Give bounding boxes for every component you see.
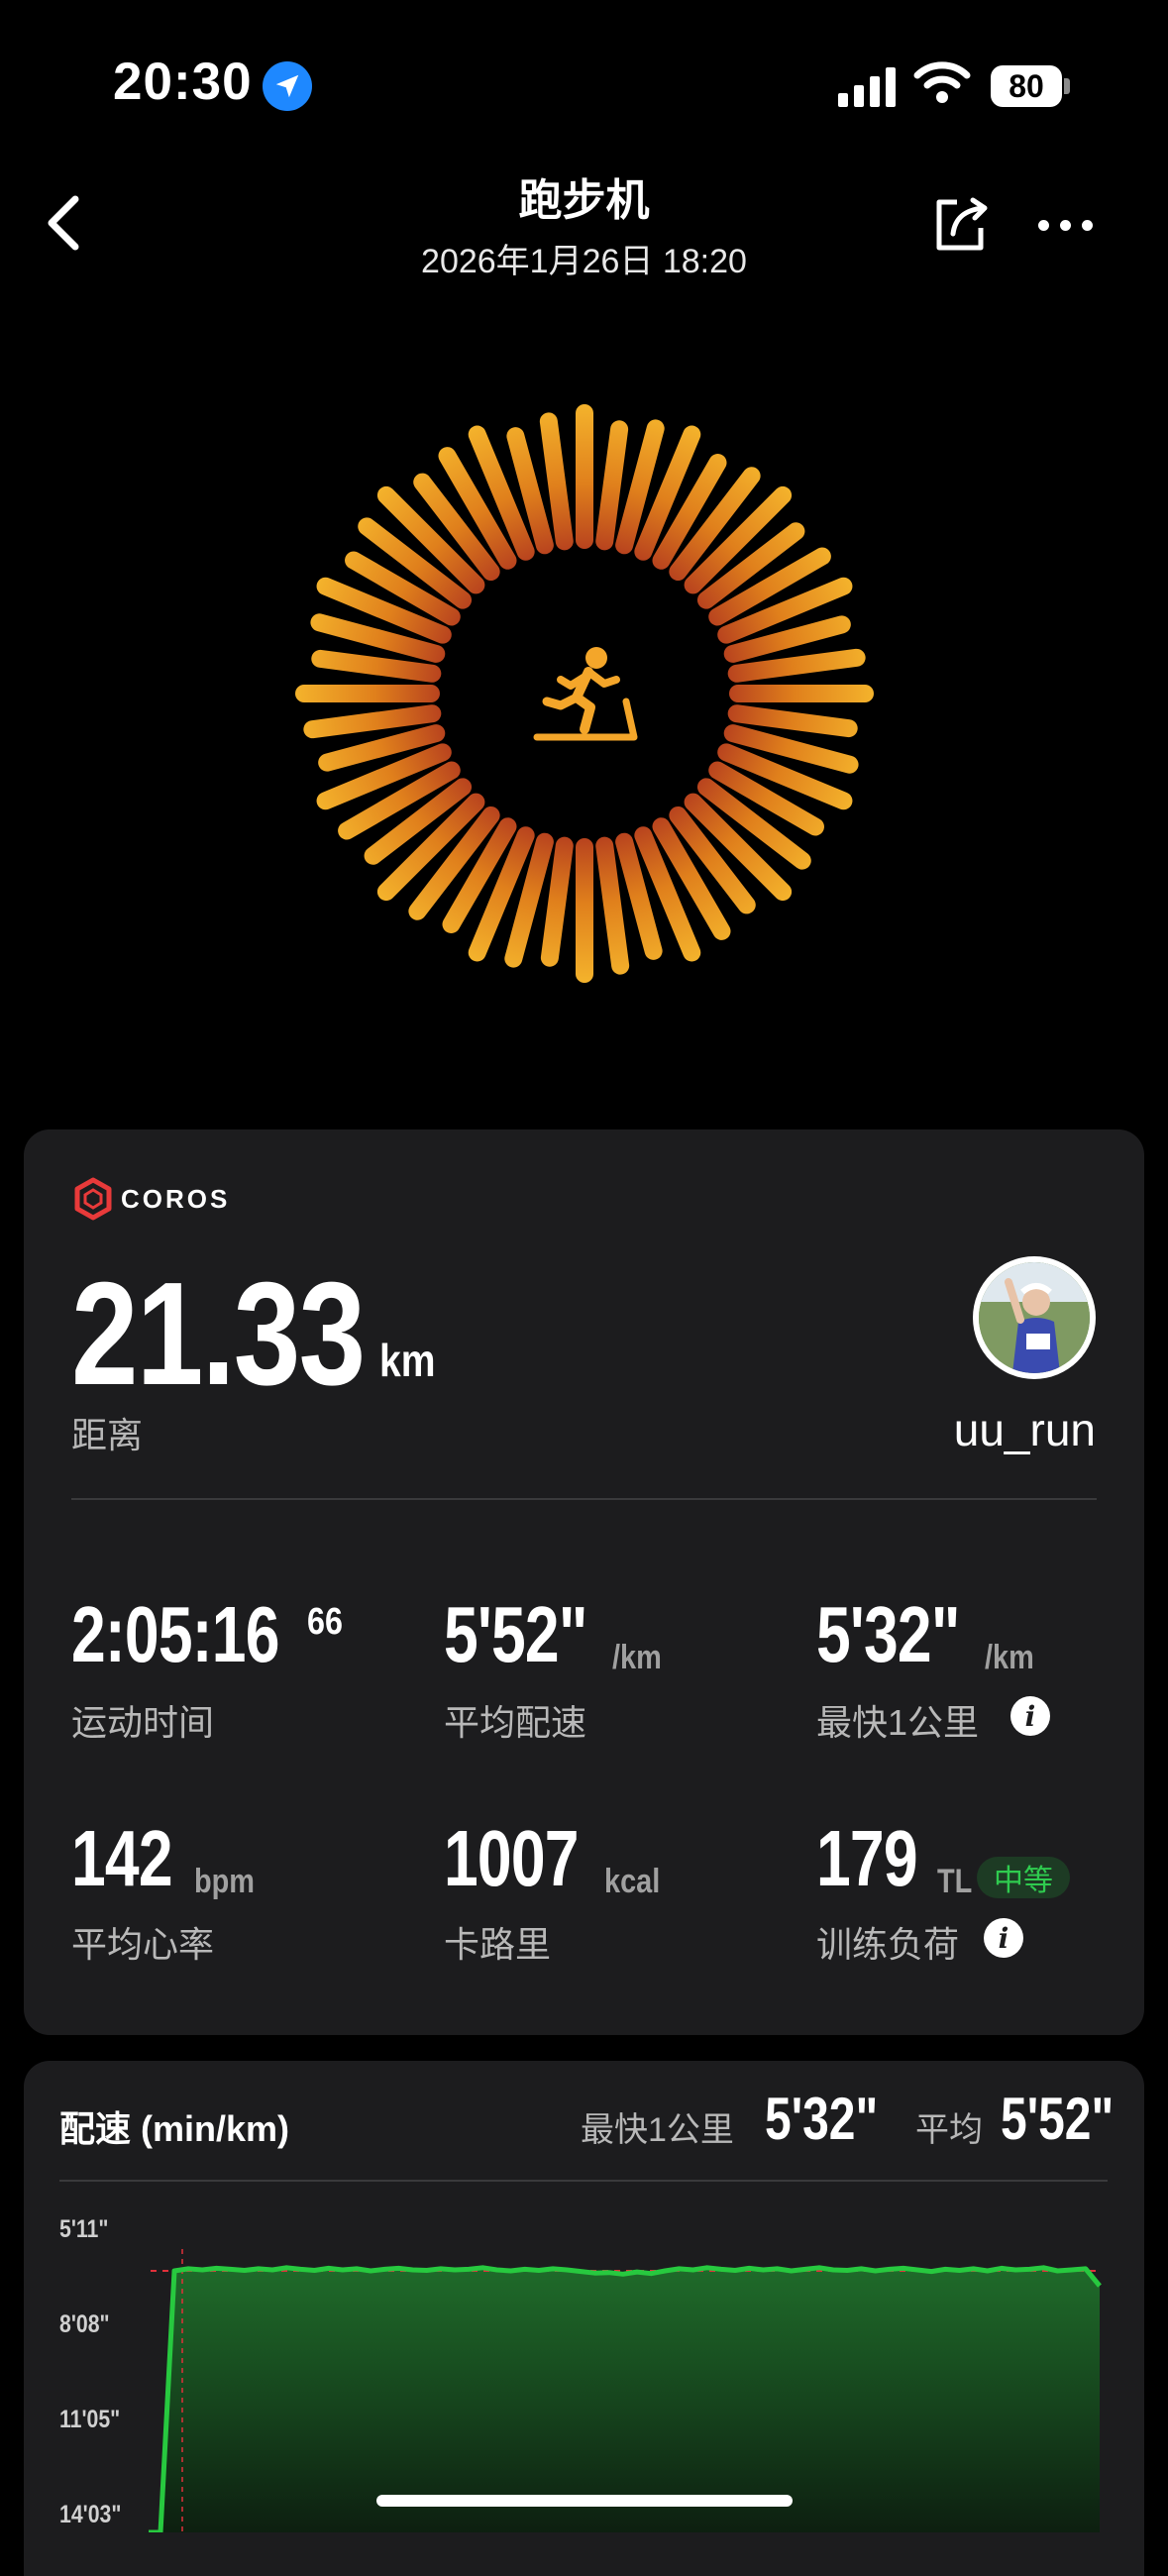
pace-area (149, 2267, 1100, 2532)
stat-training-load-label: 训练负荷 (816, 1924, 960, 1965)
battery-icon: 80 (991, 65, 1062, 107)
pace-average-label: 平均 (915, 2111, 983, 2149)
stat-heart-rate-unit: bpm (194, 1863, 256, 1900)
stat-heart-rate-value: 142 (71, 1814, 173, 1902)
stat-duration-value: 2:05:16 (71, 1590, 279, 1678)
stat-fastest-km-value: 5'32" (816, 1590, 960, 1678)
battery-cap (1064, 78, 1070, 94)
ring-ray (295, 685, 440, 702)
share-button[interactable] (931, 194, 993, 261)
ring-ray (576, 404, 593, 549)
training-load-badge: 中等 (977, 1857, 1070, 1898)
stat-duration-label: 运动时间 (71, 1702, 215, 1743)
stat-heart-rate-label: 平均心率 (71, 1924, 215, 1965)
info-icon[interactable]: i (984, 1918, 1023, 1958)
y-tick-label: 8'08" (59, 2310, 110, 2338)
y-tick-label: 14'03" (59, 2501, 122, 2528)
pace-title: 配速 (min/km) (59, 2108, 290, 2149)
distance-value: 21.33 (71, 1252, 366, 1416)
more-button[interactable] (1038, 220, 1093, 231)
stat-fastest-km-unit: /km (985, 1639, 1034, 1676)
wifi-icon (913, 59, 971, 110)
info-icon[interactable]: i (1010, 1696, 1050, 1736)
coros-logo: COROS (73, 1177, 230, 1221)
ring-ray (576, 838, 593, 983)
share-icon (936, 197, 988, 251)
y-tick-label: 11'05" (59, 2406, 121, 2433)
stat-calories-value: 1007 (444, 1814, 579, 1902)
ring-ray (729, 685, 874, 702)
page-title: 跑步机 (518, 176, 650, 225)
username: uu_run (953, 1404, 1096, 1455)
stat-training-load-unit: TL (937, 1863, 973, 1900)
home-indicator (376, 2495, 793, 2507)
battery-level: 80 (1009, 67, 1044, 104)
treadmill-icon (533, 647, 638, 741)
stat-calories-label: 卡路里 (444, 1924, 552, 1965)
coros-logo-icon (74, 1177, 112, 1221)
cellular-signal-icon (838, 65, 896, 107)
pace-fastest-label: 最快1公里 (581, 2111, 734, 2149)
pace-chart[interactable] (149, 2249, 1110, 2532)
stat-avg-pace-label: 平均配速 (444, 1702, 587, 1743)
pace-fastest-value: 5'32" (765, 2086, 879, 2152)
stat-avg-pace-unit: /km (612, 1639, 662, 1676)
avatar[interactable] (973, 1256, 1096, 1379)
y-tick-label: 5'11" (59, 2215, 109, 2243)
stat-calories-unit: kcal (604, 1863, 661, 1900)
pace-average-value: 5'52" (1001, 2086, 1115, 2152)
stat-training-load-value: 179 (816, 1814, 918, 1902)
activity-ring (295, 404, 874, 983)
stat-avg-pace-value: 5'52" (444, 1590, 587, 1678)
location-icon (263, 61, 312, 111)
coros-wordmark: COROS (121, 1183, 231, 1214)
stat-fastest-km-label: 最快1公里 (816, 1702, 980, 1743)
distance-unit: km (379, 1335, 436, 1386)
status-time: 20:30 (113, 53, 253, 111)
page-subtitle: 2026年1月26日 18:20 (421, 243, 747, 280)
more-icon (1038, 220, 1049, 231)
summary-divider (71, 1498, 1097, 1500)
pace-divider (59, 2180, 1108, 2182)
stat-duration-hundredths: 66 (307, 1601, 343, 1643)
distance-label: 距离 (71, 1415, 144, 1455)
